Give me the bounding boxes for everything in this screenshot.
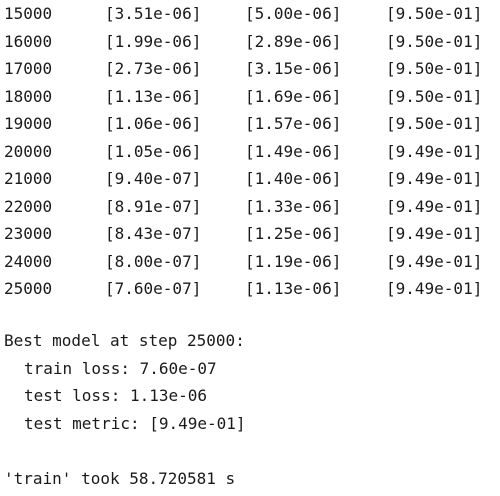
test-loss-cell: [1.13e-06]	[245, 279, 342, 298]
timing-message: 'train' took 58.720581 s	[4, 469, 236, 488]
test-loss-cell: [2.89e-06]	[245, 31, 342, 51]
training-log-table: 15000 [3.51e-06] [5.00e-06] [9.50e-01] 16000…	[4, 2, 496, 305]
best-test-metric: test metric: [9.49e-01]	[24, 413, 246, 433]
test-loss-cell: [3.15e-06]	[245, 59, 342, 78]
step-cell: 18000	[4, 86, 53, 106]
step-cell: 22000	[4, 196, 53, 216]
best-model-summary: Best model at step 25000: train loss: 7.…	[4, 328, 496, 438]
log-row: 25000 [7.60e-07] [1.13e-06] [9.49e-01]	[4, 277, 496, 305]
log-row: 20000 [1.05e-06] [1.49e-06] [9.49e-01]	[4, 140, 496, 168]
log-row: 22000 [8.91e-07] [1.33e-06] [9.49e-01]	[4, 195, 496, 223]
test-loss-cell: [1.69e-06]	[245, 86, 342, 106]
train-loss-cell: [8.00e-07]	[105, 251, 202, 271]
test-metric-cell: [9.50e-01]	[386, 114, 483, 133]
best-train-loss: train loss: 7.60e-07	[24, 358, 217, 378]
train-loss-cell: [8.91e-07]	[105, 196, 202, 216]
log-row: 19000 [1.06e-06] [1.57e-06] [9.50e-01]	[4, 112, 496, 140]
test-metric-cell: [9.50e-01]	[386, 59, 483, 78]
step-cell: 21000	[4, 169, 53, 188]
train-loss-cell: [1.13e-06]	[105, 86, 202, 106]
test-loss-cell: [1.33e-06]	[245, 196, 342, 216]
train-loss-cell: [3.51e-06]	[105, 4, 202, 23]
step-cell: 15000	[4, 4, 53, 23]
test-metric-cell: [9.49e-01]	[386, 196, 483, 216]
train-loss-cell: [8.43e-07]	[105, 224, 202, 243]
test-loss-cell: [1.49e-06]	[245, 141, 342, 161]
test-loss-cell: [1.57e-06]	[245, 114, 342, 133]
step-cell: 19000	[4, 114, 53, 133]
test-loss-cell: [1.19e-06]	[245, 251, 342, 271]
test-metric-cell: [9.49e-01]	[386, 169, 483, 188]
log-row: 17000 [2.73e-06] [3.15e-06] [9.50e-01]	[4, 57, 496, 85]
test-metric-cell: [9.50e-01]	[386, 86, 483, 106]
step-cell: 20000	[4, 141, 53, 161]
train-loss-cell: [7.60e-07]	[105, 279, 202, 298]
step-cell: 23000	[4, 224, 53, 243]
test-metric-cell: [9.49e-01]	[386, 251, 483, 271]
test-metric-cell: [9.49e-01]	[386, 224, 483, 243]
step-cell: 17000	[4, 59, 53, 78]
log-row: 23000 [8.43e-07] [1.25e-06] [9.49e-01]	[4, 222, 496, 250]
train-loss-cell: [9.40e-07]	[105, 169, 202, 188]
test-metric-cell: [9.50e-01]	[386, 31, 483, 51]
step-cell: 24000	[4, 251, 53, 271]
train-loss-cell: [1.06e-06]	[105, 114, 202, 133]
test-loss-cell: [1.40e-06]	[245, 169, 342, 188]
train-loss-cell: [2.73e-06]	[105, 59, 202, 78]
test-metric-cell: [9.49e-01]	[386, 279, 483, 298]
best-test-loss: test loss: 1.13e-06	[24, 386, 208, 405]
log-row: 18000 [1.13e-06] [1.69e-06] [9.50e-01]	[4, 85, 496, 113]
step-cell: 25000	[4, 279, 53, 298]
test-metric-cell: [9.49e-01]	[386, 141, 483, 161]
log-row: 16000 [1.99e-06] [2.89e-06] [9.50e-01]	[4, 30, 496, 58]
test-loss-cell: [5.00e-06]	[245, 4, 342, 23]
train-loss-cell: [1.05e-06]	[105, 141, 202, 161]
log-row: 15000 [3.51e-06] [5.00e-06] [9.50e-01]	[4, 2, 496, 30]
log-row: 24000 [8.00e-07] [1.19e-06] [9.49e-01]	[4, 250, 496, 278]
test-metric-cell: [9.50e-01]	[386, 4, 483, 23]
log-row: 21000 [9.40e-07] [1.40e-06] [9.49e-01]	[4, 167, 496, 195]
best-model-heading: Best model at step 25000:	[4, 331, 245, 350]
train-loss-cell: [1.99e-06]	[105, 31, 202, 51]
test-loss-cell: [1.25e-06]	[245, 224, 342, 243]
step-cell: 16000	[4, 31, 53, 51]
